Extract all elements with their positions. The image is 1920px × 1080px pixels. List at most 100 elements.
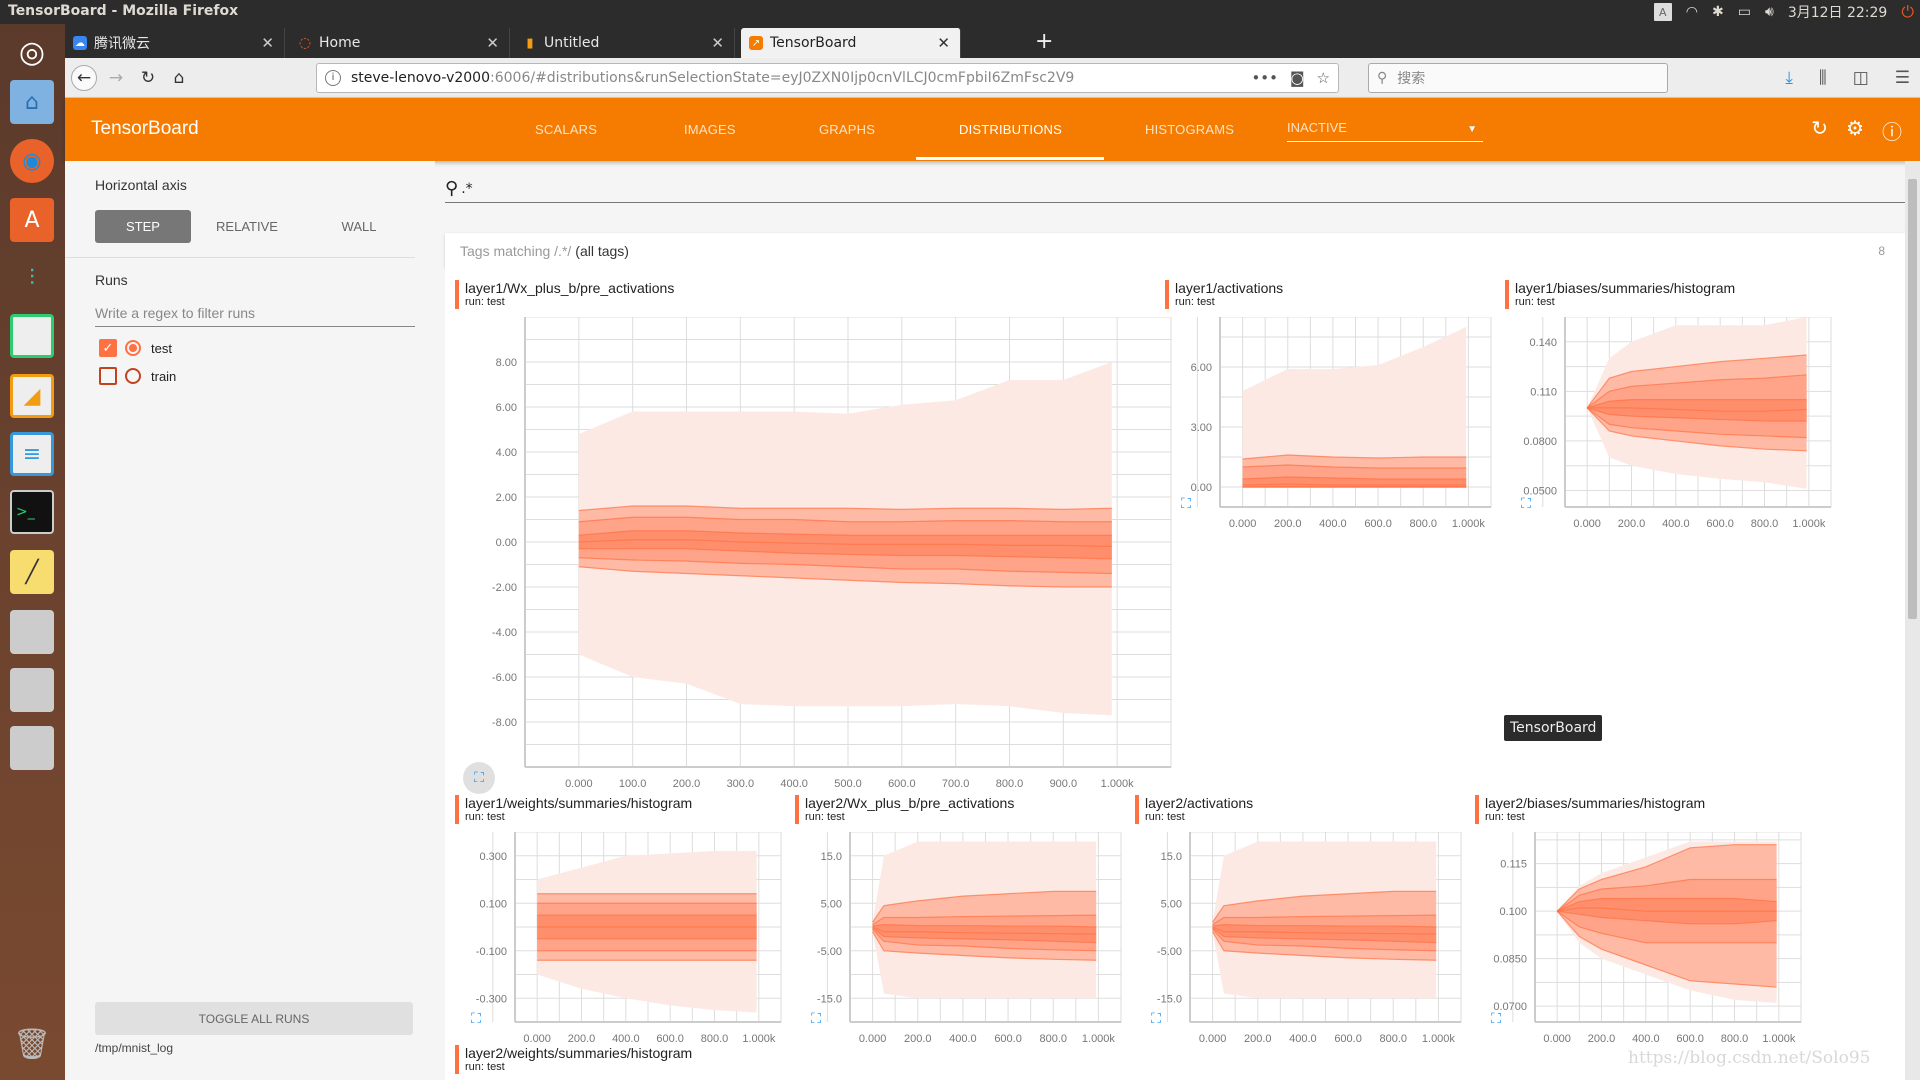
text-document-icon[interactable]: ≡ (10, 432, 54, 476)
y-tick-label: -8.00 (492, 717, 517, 729)
scrollbar-thumb[interactable] (1908, 179, 1917, 619)
browser-tab[interactable]: ▮ Untitled ✕ (515, 28, 735, 58)
site-info-icon[interactable]: i (325, 70, 341, 86)
x-tick-label: 0.000 (1229, 518, 1257, 530)
page-actions-icon[interactable]: ••• (1251, 69, 1278, 87)
browser-tab-active[interactable]: ↗ TensorBoard ✕ (741, 28, 961, 58)
x-tick-label: 600.0 (1334, 1033, 1362, 1045)
bluetooth-icon[interactable]: ✱ (1712, 4, 1724, 20)
tag-filter-input[interactable]: ⚲ .* (445, 175, 1905, 203)
drive-icon[interactable] (10, 726, 54, 770)
help-icon[interactable]: ⓘ (1882, 116, 1902, 145)
watermark: https://blog.csdn.net/Solo95 (1628, 1048, 1871, 1068)
browser-tab[interactable]: ☁ 腾讯微云 ✕ (65, 28, 285, 58)
expand-chart-icon[interactable]: ⛶ (1485, 1008, 1507, 1030)
run-radio-selected[interactable] (125, 340, 141, 356)
x-tick-label: 300.0 (727, 778, 755, 790)
reload-icon[interactable]: ↻ (1811, 116, 1828, 145)
filter-value: .* (461, 180, 473, 197)
distribution-chart[interactable]: 6.003.000.000.000 200.0 400.0 600.0 800.0 1.0… (1165, 317, 1495, 537)
distribution-chart-card: layer1/biases/summaries/histogram run: te… (1505, 280, 1835, 537)
expand-chart-icon[interactable]: ⛶ (1175, 493, 1197, 515)
presentation-icon[interactable]: ◢ (10, 374, 54, 418)
forward-button[interactable]: → (103, 65, 129, 91)
sidebar-toggle-icon[interactable]: ◫ (1853, 68, 1869, 88)
close-tab-icon[interactable]: ✕ (261, 34, 274, 52)
chart-run-label: run: test (1515, 296, 1555, 308)
back-button[interactable]: ← (71, 65, 97, 91)
bookmark-star-icon[interactable]: ☆ (1317, 69, 1330, 87)
drive-icon[interactable] (10, 610, 54, 654)
tab-images[interactable]: IMAGES (684, 122, 736, 137)
y-tick-label: -6.00 (492, 672, 517, 684)
tab-graphs[interactable]: GRAPHS (819, 122, 875, 137)
power-icon[interactable]: ⏻ (1901, 2, 1914, 22)
wifi-icon[interactable]: ◠ (1686, 4, 1698, 20)
browser-tab[interactable]: ◌ Home ✕ (290, 28, 510, 58)
tab-scalars[interactable]: SCALARS (535, 122, 597, 137)
settings-sliders-icon[interactable]: ⫶ (10, 256, 54, 300)
page-scrollbar[interactable] (1905, 161, 1920, 1080)
software-center-icon[interactable]: A (10, 198, 54, 242)
charts-panel: layer1/Wx_plus_b/pre_activations run: tes… (445, 268, 1905, 1080)
x-tick-label: 0.000 (1199, 1033, 1227, 1045)
hamburger-menu-icon[interactable]: ☰ (1895, 68, 1910, 88)
terminal-icon[interactable]: >_ (10, 490, 54, 534)
distribution-chart[interactable]: 0.300 0.100 -0.100 -0.300 0.000 200.0 400.0 600… (455, 832, 785, 1052)
close-tab-icon[interactable]: ✕ (711, 34, 724, 52)
web-search-input[interactable]: ⚲ 搜索 (1368, 63, 1668, 93)
x-tick-label: 700.0 (942, 778, 970, 790)
distribution-chart[interactable]: 15.0 5.00 -5.00 -15.0 0.000 200.0 400.0 600.0 80… (795, 832, 1125, 1052)
dropdown-value: INACTIVE (1287, 120, 1347, 135)
chart-header: layer2/biases/summaries/histogram run: te… (1475, 795, 1805, 824)
expand-chart-icon[interactable]: ⛶ (465, 1008, 487, 1030)
expand-chart-icon[interactable]: ⛶ (1145, 1008, 1167, 1030)
gear-icon[interactable]: ⚙ (1846, 116, 1864, 145)
distribution-chart[interactable]: 0.1400.1100.08000.05000.000 200.0 400.0 600… (1505, 317, 1835, 537)
distribution-chart[interactable]: 15.0 5.00 -5.00 -15.0 0.000 200.0 400.0 600.0 80… (1135, 832, 1465, 1052)
pocket-icon[interactable]: ◙ (1290, 69, 1305, 87)
firefox-icon[interactable]: ◉ (10, 139, 54, 183)
distribution-chart[interactable]: 0.1150.1000.08500.07000.000 200.0 400.0 600… (1475, 832, 1805, 1052)
chart-run-label: run: test (465, 296, 505, 308)
download-icon[interactable]: ⤓ (1785, 68, 1793, 88)
run-item[interactable]: train (99, 367, 176, 385)
run-checkbox-checked[interactable]: ✓ (99, 339, 117, 357)
tab-histograms[interactable]: HISTOGRAMS (1145, 122, 1234, 137)
x-tick-label: 200.0 (568, 1033, 596, 1045)
trash-icon[interactable]: 🗑︎ (10, 1022, 54, 1066)
text-editor-icon[interactable]: ╱ (10, 550, 54, 594)
new-tab-button[interactable]: + (1035, 29, 1053, 54)
keyboard-layout-icon[interactable]: A (1653, 3, 1672, 21)
volume-icon[interactable]: 🔊︎ (1765, 4, 1774, 20)
expand-chart-icon[interactable]: ⛶ (463, 762, 495, 794)
url-bar[interactable]: i steve-lenovo-v2000 :6006/#distribution… (316, 63, 1339, 93)
tab-distributions[interactable]: DISTRIBUTIONS (959, 122, 1062, 137)
chart-run-label: run: test (805, 811, 845, 823)
toggle-all-runs-button[interactable]: TOGGLE ALL RUNS (95, 1002, 413, 1035)
clock[interactable]: 3月12日 22:29 (1788, 2, 1888, 22)
close-tab-icon[interactable]: ✕ (486, 34, 499, 52)
axis-wall-button[interactable]: WALL (303, 210, 415, 243)
distribution-chart[interactable]: 8.00 6.00 4.00 2.00 0.00 -2.00 -4.00 -6.00 -8.00… (455, 317, 1175, 797)
library-icon[interactable]: ⫼ (1819, 68, 1827, 88)
chart-title: layer2/Wx_plus_b/pre_activations (805, 795, 1015, 811)
expand-chart-icon[interactable]: ⛶ (1515, 493, 1537, 515)
close-tab-icon[interactable]: ✕ (937, 34, 950, 52)
home-button[interactable]: ⌂ (166, 65, 192, 91)
files-icon[interactable]: ⌂ (10, 80, 54, 124)
run-item[interactable]: ✓ test (99, 339, 172, 357)
run-checkbox[interactable] (99, 367, 117, 385)
tags-group-header[interactable]: Tags matching /.*/ (all tags) 8 (445, 233, 1905, 268)
battery-icon[interactable]: ▭ (1738, 4, 1751, 20)
ubuntu-dash-icon[interactable]: ◎ (10, 30, 54, 74)
run-filter-input[interactable]: Write a regex to filter runs (95, 299, 415, 327)
expand-chart-icon[interactable]: ⛶ (805, 1008, 827, 1030)
inactive-plugins-dropdown[interactable]: INACTIVE ▼ (1287, 120, 1483, 142)
run-radio[interactable] (125, 368, 141, 384)
axis-relative-button[interactable]: RELATIVE (191, 210, 303, 243)
reload-button[interactable]: ↻ (135, 65, 161, 91)
spreadsheet-icon[interactable] (10, 314, 54, 358)
drive-icon[interactable] (10, 668, 54, 712)
axis-step-button[interactable]: STEP (95, 210, 191, 243)
